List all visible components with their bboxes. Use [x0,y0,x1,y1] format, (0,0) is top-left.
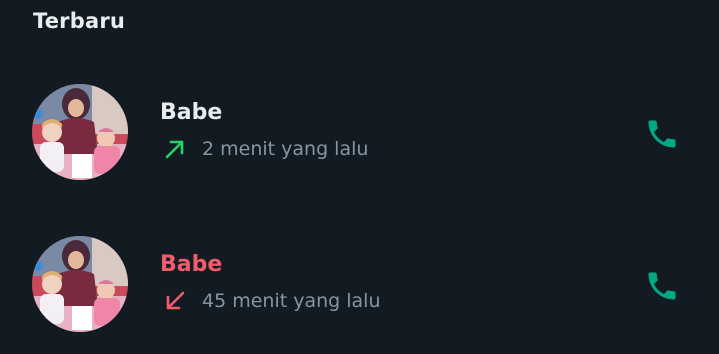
call-details: 2 menit yang lalu [162,136,368,162]
contact-name: Babe [160,252,223,277]
call-log-row[interactable]: Babe 2 menit yang lalu [0,76,719,188]
avatar[interactable] [32,84,128,180]
call-time: 45 menit yang lalu [202,290,381,312]
call-time: 2 menit yang lalu [202,138,369,160]
contact-name: Babe [160,100,223,125]
phone-icon [648,272,676,300]
call-log-row[interactable]: Babe 45 menit yang lalu [0,228,719,340]
call-button[interactable] [642,266,682,306]
contact-photo [32,236,128,332]
avatar[interactable] [32,236,128,332]
contact-photo [32,84,128,180]
phone-icon [648,120,676,148]
arrow-down-left-icon [162,288,188,314]
call-button[interactable] [642,114,682,154]
arrow-up-right-icon [162,136,188,162]
section-title: Terbaru [33,9,126,33]
call-details: 45 menit yang lalu [162,288,381,314]
